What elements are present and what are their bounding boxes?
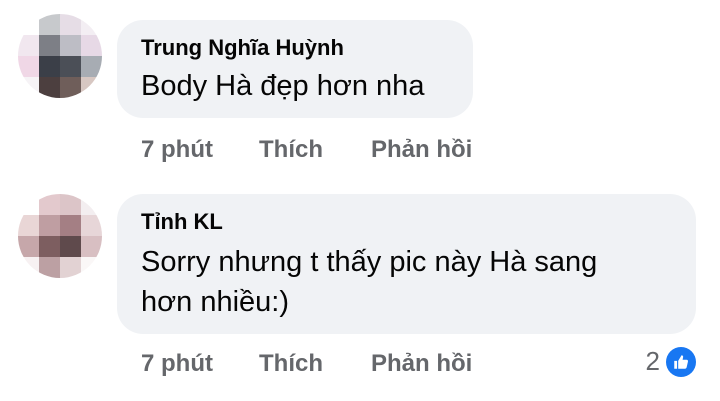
avatar-pixel bbox=[60, 14, 81, 35]
comment-actions: 7 phút Thích Phản hồi bbox=[141, 136, 472, 164]
avatar-pixel bbox=[81, 56, 102, 77]
avatar-pixel bbox=[60, 35, 81, 56]
like-button[interactable]: Thích bbox=[259, 350, 371, 378]
comment-bubble: Trung Nghĩa Huỳnh Body Hà đẹp hơn nha bbox=[117, 20, 473, 118]
reply-button[interactable]: Phản hồi bbox=[371, 350, 472, 378]
avatar-pixel bbox=[81, 257, 102, 278]
comment-actions: 7 phút Thích Phản hồi bbox=[141, 350, 472, 378]
comment-author[interactable]: Trung Nghĩa Huỳnh bbox=[141, 34, 449, 62]
comment-text: Body Hà đẹp hơn nha bbox=[141, 70, 425, 102]
avatar-pixel bbox=[81, 194, 102, 215]
avatar-pixel bbox=[39, 236, 60, 257]
avatar-pixel bbox=[60, 77, 81, 98]
avatar-pixel bbox=[18, 257, 39, 278]
reaction-summary[interactable]: 2 bbox=[646, 346, 696, 377]
avatar-pixel bbox=[60, 236, 81, 257]
avatar-pixel bbox=[18, 194, 39, 215]
avatar-pixel bbox=[18, 236, 39, 257]
avatar-pixel bbox=[39, 35, 60, 56]
avatar-pixel bbox=[39, 14, 60, 35]
avatar-pixel bbox=[18, 77, 39, 98]
comment-text: Sorry nhưng t thấy pic này Hà sang hơn n… bbox=[141, 242, 672, 322]
avatar[interactable] bbox=[18, 194, 102, 278]
comment-2: Tỉnh KL Sorry nhưng t thấy pic này Hà sa… bbox=[0, 180, 720, 401]
comment-author[interactable]: Tỉnh KL bbox=[141, 208, 672, 236]
avatar-pixel bbox=[60, 215, 81, 236]
comment-time[interactable]: 7 phút bbox=[141, 350, 259, 378]
avatar-pixel bbox=[60, 56, 81, 77]
avatar-pixel bbox=[18, 14, 39, 35]
comment-time[interactable]: 7 phút bbox=[141, 136, 259, 164]
reaction-count: 2 bbox=[645, 346, 660, 376]
comment-text-line: hơn nhiều:) bbox=[141, 286, 290, 318]
avatar-pixel bbox=[81, 14, 102, 35]
avatar-pixel bbox=[18, 35, 39, 56]
avatar[interactable] bbox=[18, 14, 102, 98]
avatar-pixel bbox=[39, 194, 60, 215]
thumbs-up-icon bbox=[666, 346, 696, 377]
avatar-pixel bbox=[39, 56, 60, 77]
avatar-pixel bbox=[81, 35, 102, 56]
avatar-pixel bbox=[18, 56, 39, 77]
avatar-pixel bbox=[60, 194, 81, 215]
comment-text-line: Sorry nhưng t thấy pic này Hà sang bbox=[141, 246, 598, 278]
avatar-pixel bbox=[60, 257, 81, 278]
reply-button[interactable]: Phản hồi bbox=[371, 136, 472, 164]
avatar-pixel bbox=[81, 77, 102, 98]
avatar-pixel bbox=[18, 215, 39, 236]
avatar-pixel bbox=[39, 257, 60, 278]
avatar-pixel bbox=[39, 77, 60, 98]
avatar-pixel bbox=[81, 215, 102, 236]
avatar-pixel bbox=[81, 236, 102, 257]
comment-bubble: Tỉnh KL Sorry nhưng t thấy pic này Hà sa… bbox=[117, 194, 696, 334]
avatar-pixel bbox=[39, 215, 60, 236]
comment-1: Trung Nghĩa Huỳnh Body Hà đẹp hơn nha 7 … bbox=[0, 0, 720, 180]
like-button[interactable]: Thích bbox=[259, 136, 371, 164]
